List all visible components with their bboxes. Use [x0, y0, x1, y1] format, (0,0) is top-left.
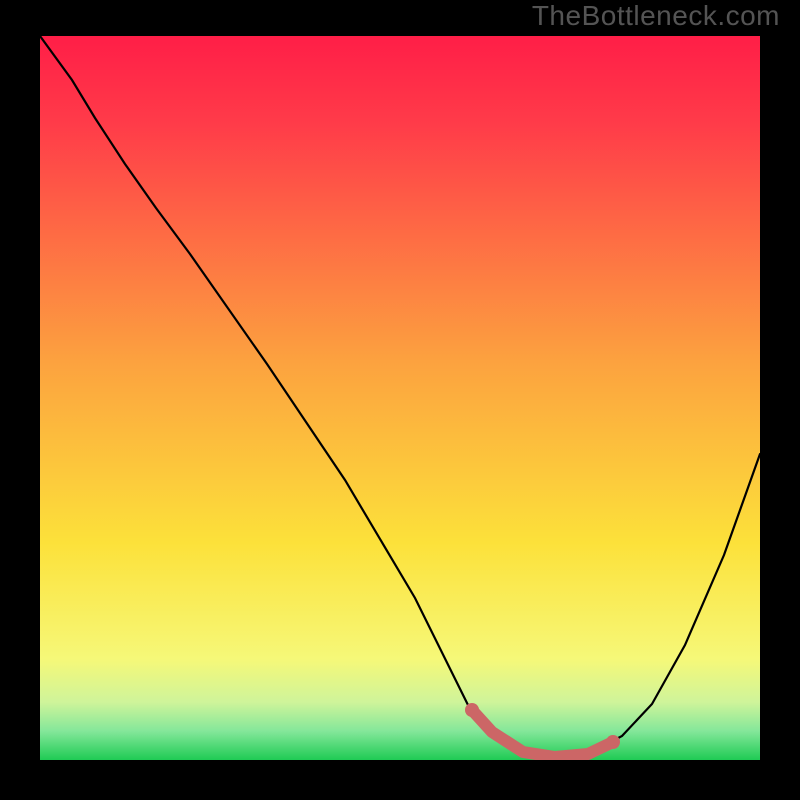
watermark-text: TheBottleneck.com: [532, 0, 780, 32]
chart-frame: TheBottleneck.com: [0, 0, 800, 800]
chart-plot: [40, 36, 760, 760]
optimal-band-dot: [465, 703, 479, 717]
optimal-band-dot: [606, 735, 620, 749]
plot-background: [40, 36, 760, 760]
